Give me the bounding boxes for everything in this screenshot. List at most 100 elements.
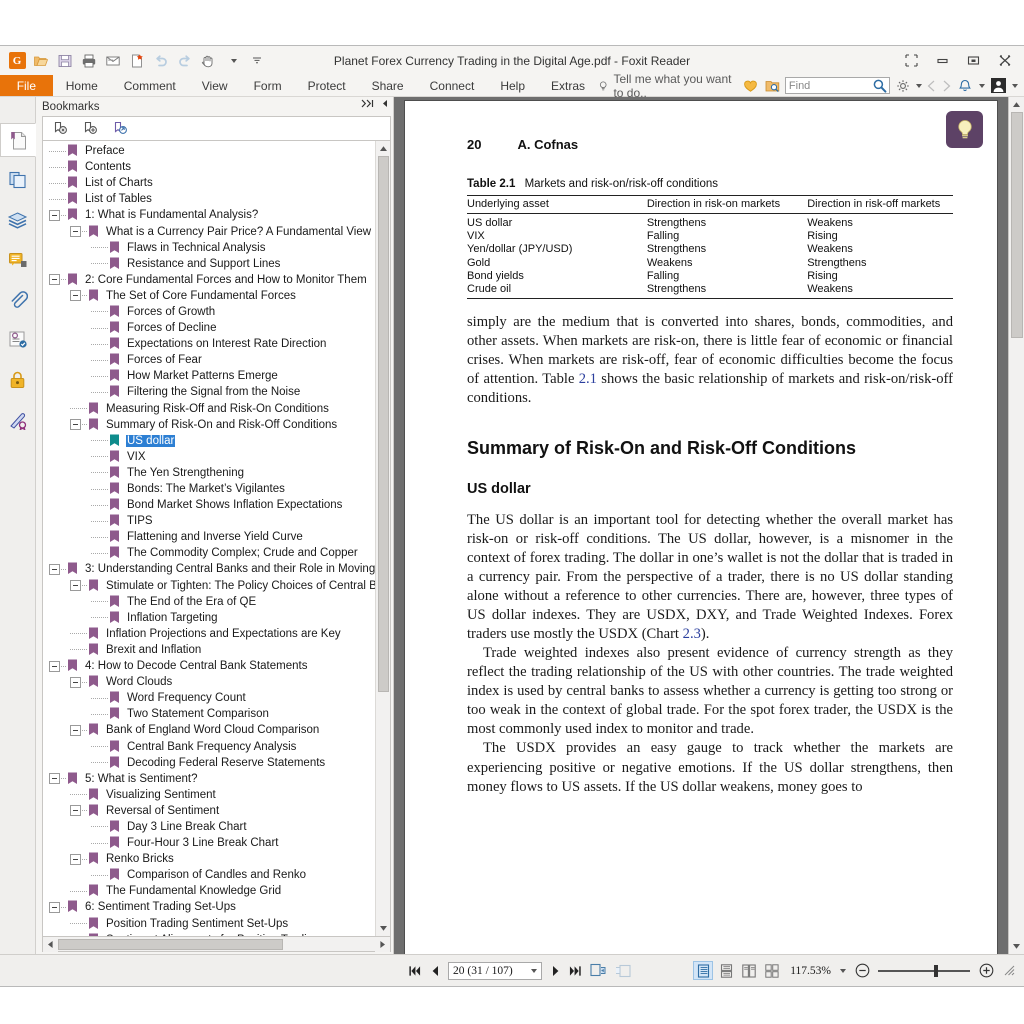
zoom-in-button[interactable]	[978, 963, 994, 979]
expand-panel-icon[interactable]	[361, 99, 374, 111]
table-reference-link[interactable]: 2.1	[579, 371, 597, 387]
bookmark-item[interactable]: Flaws in Technical Analysis	[43, 240, 375, 256]
bookmark-collapse-toggle[interactable]	[70, 290, 81, 302]
zoom-dropdown-icon[interactable]	[840, 968, 846, 973]
bookmark-item[interactable]: The Fundamental Knowledge Grid	[43, 883, 375, 899]
expand-bookmark-icon[interactable]	[112, 121, 128, 137]
page-thumbnails-icon[interactable]	[2, 163, 34, 197]
bookmark-item[interactable]: Reversal of Sentiment	[43, 803, 375, 819]
bookmark-item[interactable]: List of Tables	[43, 191, 375, 207]
bookmark-item[interactable]: Inflation Targeting	[43, 610, 375, 626]
tell-me-box[interactable]: Tell me what you want to do..	[598, 72, 737, 100]
bookmark-item[interactable]: The Yen Strengthening	[43, 465, 375, 481]
bookmark-collapse-toggle[interactable]	[49, 274, 60, 286]
scroll-left-icon[interactable]	[43, 936, 58, 952]
search-folder-icon[interactable]	[763, 75, 781, 97]
bookmark-item[interactable]: Flattening and Inverse Yield Curve	[43, 529, 375, 545]
bookmark-item[interactable]: Resistance and Support Lines	[43, 256, 375, 272]
single-page-view-button[interactable]	[693, 961, 714, 980]
foxit-logo-icon[interactable]: G	[6, 50, 28, 72]
bookmark-item[interactable]: 6: Sentiment Trading Set-Ups	[43, 899, 375, 915]
scroll-down-icon[interactable]	[375, 921, 390, 936]
bookmark-item[interactable]: Contents	[43, 159, 375, 175]
bookmark-item[interactable]: Summary of Risk-On and Risk-Off Conditio…	[43, 417, 375, 433]
bookmark-item[interactable]: 2: Core Fundamental Forces and How to Mo…	[43, 272, 375, 288]
tab-form[interactable]: Form	[241, 75, 295, 96]
tab-share[interactable]: Share	[359, 75, 417, 96]
bookmark-item[interactable]: Bond Market Shows Inflation Expectations	[43, 497, 375, 513]
tab-view[interactable]: View	[189, 75, 241, 96]
bookmark-item[interactable]: Comparison of Candles and Renko	[43, 867, 375, 883]
notifications-bell-icon[interactable]	[956, 75, 974, 97]
create-pdf-icon[interactable]	[126, 50, 148, 72]
fit-page-button[interactable]	[589, 963, 607, 979]
bookmark-item[interactable]: Day 3 Line Break Chart	[43, 819, 375, 835]
settings-dropdown-icon[interactable]	[916, 83, 923, 88]
email-icon[interactable]	[102, 50, 124, 72]
bookmark-item[interactable]: 5: What is Sentiment?	[43, 771, 375, 787]
bookmark-item[interactable]: VIX	[43, 449, 375, 465]
minimize-button[interactable]	[927, 49, 958, 73]
bookmark-item[interactable]: Forces of Decline	[43, 320, 375, 336]
bookmark-item[interactable]: Forces of Fear	[43, 352, 375, 368]
previous-page-button[interactable]	[428, 964, 441, 977]
bookmark-item[interactable]: Visualizing Sentiment	[43, 787, 375, 803]
bookmarks-tree[interactable]: Preface Contents List of Charts List of Tab…	[43, 141, 375, 936]
continuous-scroll-view-button[interactable]	[716, 961, 736, 980]
bookmark-item[interactable]: 4: How to Decode Central Bank Statements	[43, 658, 375, 674]
bookmark-item[interactable]: Word Frequency Count	[43, 690, 375, 706]
quick-access-more-icon[interactable]	[246, 50, 268, 72]
scroll-right-icon[interactable]	[375, 936, 390, 952]
undo-icon[interactable]	[150, 50, 172, 72]
maximize-button[interactable]	[958, 49, 989, 73]
scroll-up-icon[interactable]	[375, 141, 390, 156]
collapse-panel-icon[interactable]	[381, 99, 389, 111]
continuous-facing-view-button[interactable]	[762, 961, 782, 980]
zoom-out-button[interactable]	[854, 963, 870, 979]
bookmark-item[interactable]: Four-Hour 3 Line Break Chart	[43, 835, 375, 851]
lightbulb-icon[interactable]	[946, 111, 983, 148]
zoom-slider-handle[interactable]	[934, 964, 938, 977]
chart-reference-link[interactable]: 2.3	[683, 626, 701, 642]
bookmark-item[interactable]: Measuring Risk-Off and Risk-On Condition…	[43, 401, 375, 417]
security-lock-icon[interactable]	[2, 363, 34, 397]
bookmarks-scroll-thumb[interactable]	[377, 156, 389, 692]
bookmarks-hscroll-thumb[interactable]	[58, 938, 283, 950]
bookmark-collapse-toggle[interactable]	[70, 724, 81, 736]
bookmark-collapse-toggle[interactable]	[70, 676, 81, 688]
bookmark-item[interactable]: Filtering the Signal from the Noise	[43, 384, 375, 400]
last-page-button[interactable]	[569, 964, 582, 977]
bookmark-item[interactable]: Sentiment Alignments for Position Tradin…	[43, 932, 375, 936]
bookmark-item[interactable]: How Market Patterns Emerge	[43, 368, 375, 384]
next-view-icon[interactable]	[941, 79, 952, 92]
bookmark-item[interactable]: Preface	[43, 143, 375, 159]
open-icon[interactable]	[30, 50, 52, 72]
bookmark-item[interactable]: The Set of Core Fundamental Forces	[43, 288, 375, 304]
bookmark-item[interactable]: What is a Currency Pair Price? A Fundame…	[43, 223, 375, 239]
bookmark-collapse-toggle[interactable]	[70, 419, 81, 431]
bookmark-item[interactable]: List of Charts	[43, 175, 375, 191]
bookmark-item[interactable]: Position Trading Sentiment Set-Ups	[43, 916, 375, 932]
bookmark-collapse-toggle[interactable]	[70, 805, 81, 817]
bookmark-item[interactable]: Central Bank Frequency Analysis	[43, 738, 375, 754]
bookmark-collapse-toggle[interactable]	[49, 773, 60, 785]
bookmark-item[interactable]: Bonds: The Market’s Vigilantes	[43, 481, 375, 497]
delete-bookmark-icon[interactable]	[52, 121, 68, 137]
tab-protect[interactable]: Protect	[295, 75, 359, 96]
settings-gear-icon[interactable]	[894, 75, 912, 97]
bookmark-collapse-toggle[interactable]	[70, 226, 81, 238]
bookmark-item[interactable]: The Commodity Complex; Crude and Copper	[43, 545, 375, 561]
fit-width-button[interactable]	[614, 963, 632, 979]
quick-access-dropdown-icon[interactable]	[222, 50, 244, 72]
bookmark-collapse-toggle[interactable]	[49, 563, 60, 575]
bookmark-item[interactable]: Expectations on Interest Rate Direction	[43, 336, 375, 352]
bookmark-collapse-toggle[interactable]	[49, 660, 60, 672]
tab-file[interactable]: File	[0, 75, 53, 96]
notifications-dropdown-icon[interactable]	[979, 83, 986, 88]
document-scroll-thumb[interactable]	[1010, 112, 1023, 338]
bookmark-collapse-toggle[interactable]	[49, 209, 60, 221]
destinations-icon[interactable]	[2, 323, 34, 357]
save-icon[interactable]	[54, 50, 76, 72]
document-scroll-down-icon[interactable]	[1009, 939, 1024, 954]
facing-page-view-button[interactable]	[739, 961, 759, 980]
